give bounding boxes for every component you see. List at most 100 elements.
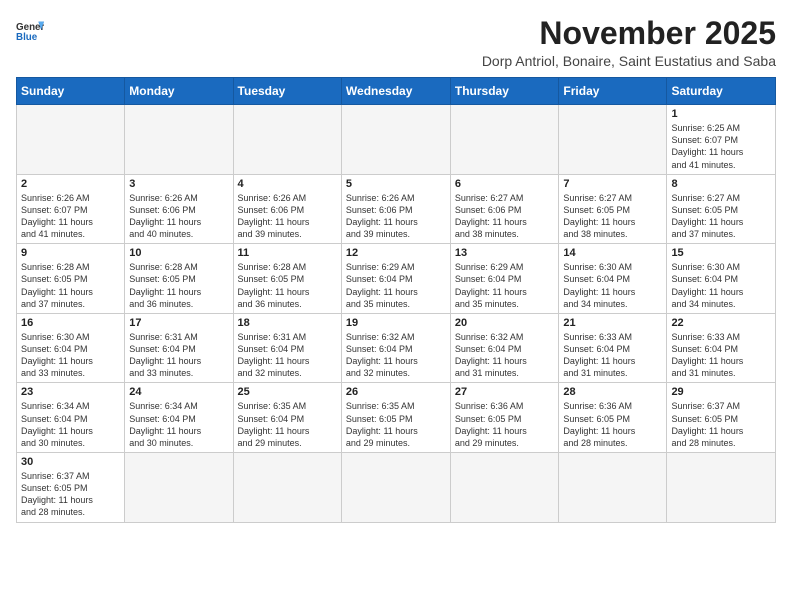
calendar-cell: 14 Sunrise: 6:30 AM Sunset: 6:04 PM Dayli… xyxy=(559,244,667,314)
day-number: 1 xyxy=(671,108,771,120)
day-number: 27 xyxy=(455,386,555,398)
calendar-cell: 23 Sunrise: 6:34 AM Sunset: 6:04 PM Dayli… xyxy=(17,383,125,453)
day-info: Sunrise: 6:37 AM Sunset: 6:05 PM Dayligh… xyxy=(21,470,120,519)
day-number: 3 xyxy=(129,178,228,190)
day-info: Sunrise: 6:32 AM Sunset: 6:04 PM Dayligh… xyxy=(455,331,555,380)
day-number: 11 xyxy=(238,247,337,259)
calendar-cell xyxy=(125,105,233,175)
calendar-cell: 15Sunrise: 6:30 AM Sunset: 6:04 PM Dayli… xyxy=(667,244,776,314)
calendar-cell xyxy=(559,105,667,175)
calendar-cell: 17 Sunrise: 6:31 AM Sunset: 6:04 PM Dayli… xyxy=(125,313,233,383)
calendar-cell: 8Sunrise: 6:27 AM Sunset: 6:05 PM Daylig… xyxy=(667,174,776,244)
week-row-3: 16 Sunrise: 6:30 AM Sunset: 6:04 PM Dayli… xyxy=(17,313,776,383)
day-number: 19 xyxy=(346,317,446,329)
day-info: Sunrise: 6:31 AM Sunset: 6:04 PM Dayligh… xyxy=(129,331,228,380)
day-number: 13 xyxy=(455,247,555,259)
day-info: Sunrise: 6:29 AM Sunset: 6:04 PM Dayligh… xyxy=(455,261,555,310)
calendar: SundayMondayTuesdayWednesdayThursdayFrid… xyxy=(16,77,776,522)
day-number: 14 xyxy=(563,247,662,259)
day-number: 10 xyxy=(129,247,228,259)
calendar-cell xyxy=(17,105,125,175)
day-info: Sunrise: 6:33 AM Sunset: 6:04 PM Dayligh… xyxy=(671,331,771,380)
calendar-cell: 28 Sunrise: 6:36 AM Sunset: 6:05 PM Dayli… xyxy=(559,383,667,453)
logo-icon: General Blue xyxy=(16,16,44,44)
calendar-cell xyxy=(233,105,341,175)
day-info: Sunrise: 6:28 AM Sunset: 6:05 PM Dayligh… xyxy=(238,261,337,310)
calendar-cell: 21 Sunrise: 6:33 AM Sunset: 6:04 PM Dayli… xyxy=(559,313,667,383)
location-title: Dorp Antriol, Bonaire, Saint Eustatius a… xyxy=(482,53,776,69)
calendar-cell: 16 Sunrise: 6:30 AM Sunset: 6:04 PM Dayli… xyxy=(17,313,125,383)
day-info: Sunrise: 6:31 AM Sunset: 6:04 PM Dayligh… xyxy=(238,331,337,380)
weekday-header-thursday: Thursday xyxy=(450,78,559,105)
day-info: Sunrise: 6:33 AM Sunset: 6:04 PM Dayligh… xyxy=(563,331,662,380)
calendar-cell: 6 Sunrise: 6:27 AM Sunset: 6:06 PM Daylig… xyxy=(450,174,559,244)
day-number: 28 xyxy=(563,386,662,398)
calendar-cell: 20 Sunrise: 6:32 AM Sunset: 6:04 PM Dayli… xyxy=(450,313,559,383)
weekday-header-wednesday: Wednesday xyxy=(341,78,450,105)
day-number: 26 xyxy=(346,386,446,398)
day-number: 30 xyxy=(21,456,120,468)
logo-area: General Blue xyxy=(16,16,44,44)
calendar-cell: 1 Sunrise: 6:25 AM Sunset: 6:07 PM Daylig… xyxy=(667,105,776,175)
day-number: 5 xyxy=(346,178,446,190)
day-info: Sunrise: 6:34 AM Sunset: 6:04 PM Dayligh… xyxy=(21,400,120,449)
calendar-cell: 5Sunrise: 6:26 AM Sunset: 6:06 PM Daylig… xyxy=(341,174,450,244)
day-info: Sunrise: 6:36 AM Sunset: 6:05 PM Dayligh… xyxy=(563,400,662,449)
calendar-cell: 24 Sunrise: 6:34 AM Sunset: 6:04 PM Dayli… xyxy=(125,383,233,453)
calendar-cell xyxy=(559,453,667,523)
svg-text:Blue: Blue xyxy=(16,32,38,43)
day-info: Sunrise: 6:27 AM Sunset: 6:06 PM Dayligh… xyxy=(455,192,555,241)
calendar-cell xyxy=(341,453,450,523)
calendar-cell: 10 Sunrise: 6:28 AM Sunset: 6:05 PM Dayli… xyxy=(125,244,233,314)
weekday-header-friday: Friday xyxy=(559,78,667,105)
day-number: 6 xyxy=(455,178,555,190)
weekday-header-saturday: Saturday xyxy=(667,78,776,105)
day-number: 7 xyxy=(563,178,662,190)
calendar-cell: 18Sunrise: 6:31 AM Sunset: 6:04 PM Dayli… xyxy=(233,313,341,383)
calendar-cell: 4Sunrise: 6:26 AM Sunset: 6:06 PM Daylig… xyxy=(233,174,341,244)
calendar-cell: 9 Sunrise: 6:28 AM Sunset: 6:05 PM Daylig… xyxy=(17,244,125,314)
day-number: 20 xyxy=(455,317,555,329)
day-number: 2 xyxy=(21,178,120,190)
calendar-cell: 12Sunrise: 6:29 AM Sunset: 6:04 PM Dayli… xyxy=(341,244,450,314)
calendar-cell xyxy=(450,453,559,523)
day-info: Sunrise: 6:26 AM Sunset: 6:07 PM Dayligh… xyxy=(21,192,120,241)
day-info: Sunrise: 6:28 AM Sunset: 6:05 PM Dayligh… xyxy=(129,261,228,310)
day-info: Sunrise: 6:30 AM Sunset: 6:04 PM Dayligh… xyxy=(21,331,120,380)
day-number: 15 xyxy=(671,247,771,259)
calendar-cell: 25Sunrise: 6:35 AM Sunset: 6:04 PM Dayli… xyxy=(233,383,341,453)
month-title: November 2025 xyxy=(482,16,776,51)
day-info: Sunrise: 6:28 AM Sunset: 6:05 PM Dayligh… xyxy=(21,261,120,310)
day-number: 17 xyxy=(129,317,228,329)
day-info: Sunrise: 6:37 AM Sunset: 6:05 PM Dayligh… xyxy=(671,400,771,449)
week-row-0: 1 Sunrise: 6:25 AM Sunset: 6:07 PM Daylig… xyxy=(17,105,776,175)
week-row-2: 9 Sunrise: 6:28 AM Sunset: 6:05 PM Daylig… xyxy=(17,244,776,314)
calendar-cell: 13 Sunrise: 6:29 AM Sunset: 6:04 PM Dayli… xyxy=(450,244,559,314)
day-info: Sunrise: 6:30 AM Sunset: 6:04 PM Dayligh… xyxy=(563,261,662,310)
day-number: 16 xyxy=(21,317,120,329)
week-row-4: 23 Sunrise: 6:34 AM Sunset: 6:04 PM Dayli… xyxy=(17,383,776,453)
calendar-cell: 29Sunrise: 6:37 AM Sunset: 6:05 PM Dayli… xyxy=(667,383,776,453)
day-info: Sunrise: 6:36 AM Sunset: 6:05 PM Dayligh… xyxy=(455,400,555,449)
calendar-cell: 3 Sunrise: 6:26 AM Sunset: 6:06 PM Daylig… xyxy=(125,174,233,244)
week-row-1: 2 Sunrise: 6:26 AM Sunset: 6:07 PM Daylig… xyxy=(17,174,776,244)
title-area: November 2025 Dorp Antriol, Bonaire, Sai… xyxy=(482,16,776,69)
day-number: 25 xyxy=(238,386,337,398)
calendar-cell: 22Sunrise: 6:33 AM Sunset: 6:04 PM Dayli… xyxy=(667,313,776,383)
day-info: Sunrise: 6:26 AM Sunset: 6:06 PM Dayligh… xyxy=(238,192,337,241)
calendar-cell: 19Sunrise: 6:32 AM Sunset: 6:04 PM Dayli… xyxy=(341,313,450,383)
day-info: Sunrise: 6:25 AM Sunset: 6:07 PM Dayligh… xyxy=(671,122,771,171)
day-number: 23 xyxy=(21,386,120,398)
calendar-cell xyxy=(341,105,450,175)
calendar-cell: 7Sunrise: 6:27 AM Sunset: 6:05 PM Daylig… xyxy=(559,174,667,244)
calendar-cell xyxy=(450,105,559,175)
calendar-cell: 30 Sunrise: 6:37 AM Sunset: 6:05 PM Dayli… xyxy=(17,453,125,523)
day-number: 9 xyxy=(21,247,120,259)
weekday-header-tuesday: Tuesday xyxy=(233,78,341,105)
day-number: 8 xyxy=(671,178,771,190)
weekday-header-sunday: Sunday xyxy=(17,78,125,105)
day-info: Sunrise: 6:26 AM Sunset: 6:06 PM Dayligh… xyxy=(129,192,228,241)
day-number: 21 xyxy=(563,317,662,329)
day-info: Sunrise: 6:34 AM Sunset: 6:04 PM Dayligh… xyxy=(129,400,228,449)
day-number: 24 xyxy=(129,386,228,398)
